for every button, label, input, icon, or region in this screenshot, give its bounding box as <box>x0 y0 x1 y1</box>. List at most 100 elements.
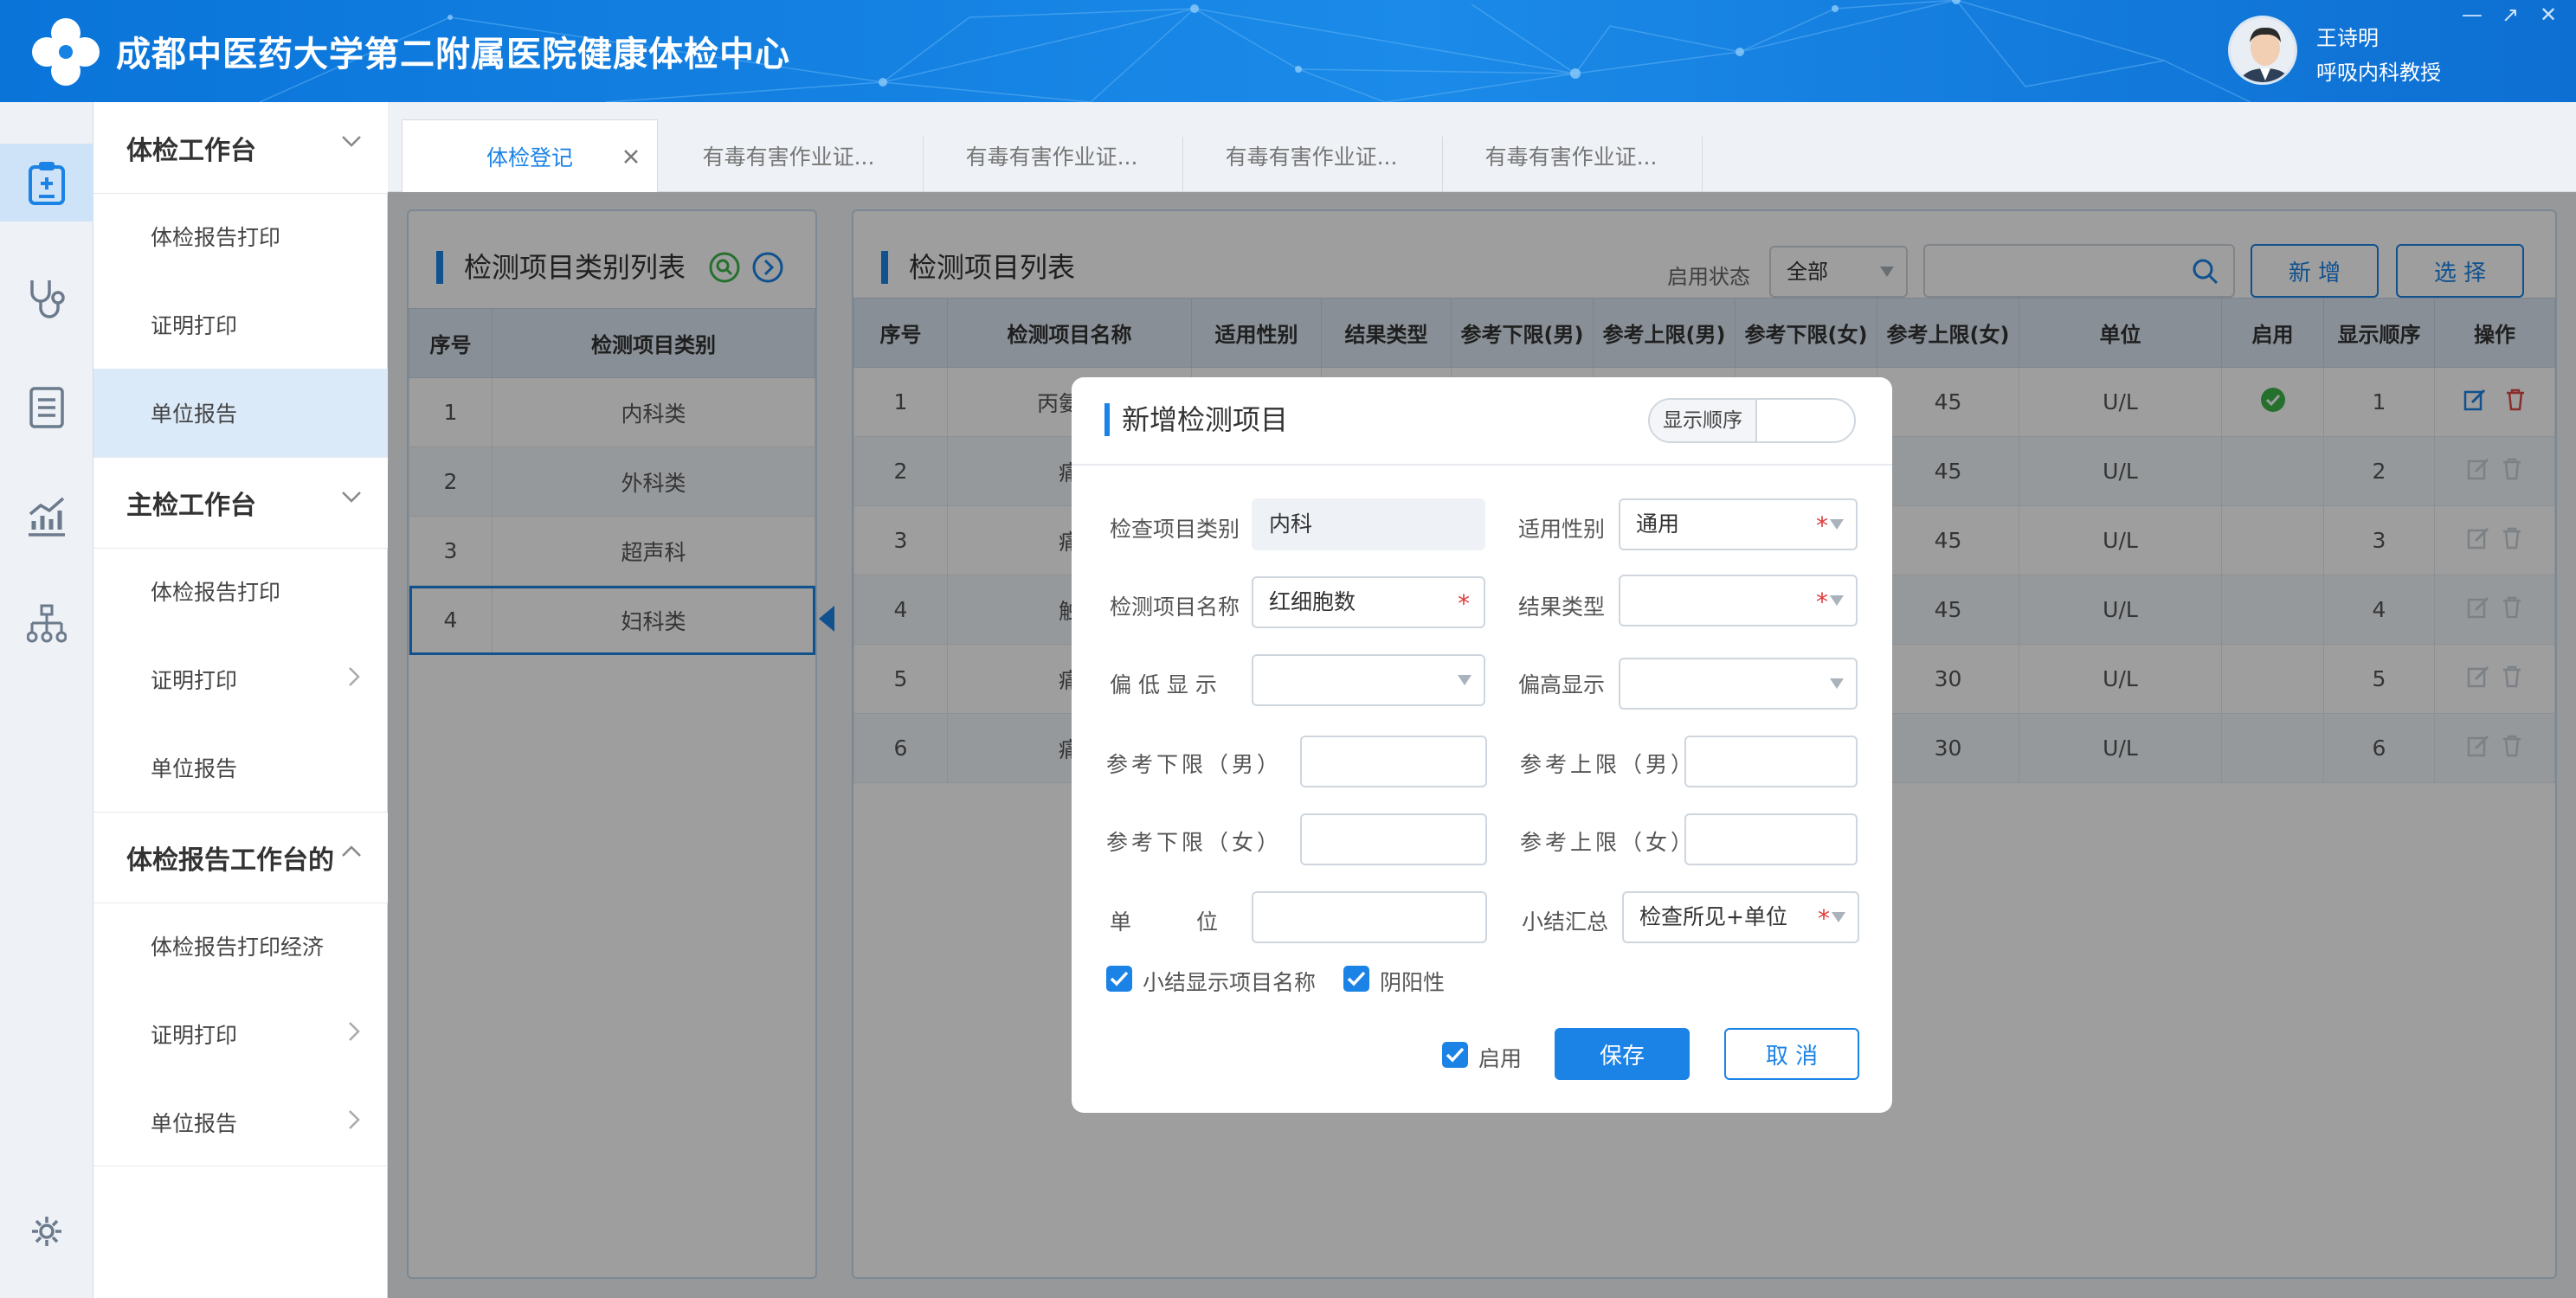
avatar[interactable] <box>2228 16 2297 85</box>
chevron-down-icon <box>1830 595 1844 606</box>
tab-toxic-cert-2[interactable]: 有毒有害作业证... <box>924 119 1179 192</box>
app-title: 成都中医药大学第二附属医院健康体检中心 <box>116 35 790 74</box>
hospital-logo <box>31 17 100 87</box>
chevron-down-icon <box>342 136 361 147</box>
tab-label: 有毒有害作业证... <box>702 145 875 170</box>
tab-divider <box>1702 137 1703 192</box>
summary-label: 小结汇总 <box>1522 909 1609 935</box>
user-role: 呼吸内科教授 <box>2316 61 2441 85</box>
menu-item-certificate-print[interactable]: 证明打印 <box>93 990 388 1078</box>
ref-low-m-input[interactable] <box>1300 736 1487 787</box>
category-value: 内科 <box>1269 511 1313 537</box>
document-icon <box>29 387 64 428</box>
display-order-label: 显示顺序 <box>1650 400 1757 441</box>
ref-high-f-label: 参考上限（女） <box>1520 830 1697 855</box>
menu-item-label: 体检报告打印 <box>151 225 281 250</box>
low-display-select[interactable] <box>1252 654 1485 706</box>
maximize-icon[interactable]: ↗ <box>2495 2 2526 28</box>
org-tree-icon <box>27 604 67 643</box>
menu-item-unit-report[interactable]: 单位报告 <box>93 369 388 457</box>
gender-select[interactable]: 通用 * <box>1619 498 1858 550</box>
required-mark: * <box>1816 511 1828 540</box>
display-order-input[interactable] <box>1759 400 1854 441</box>
menu-item-label: 体检报告打印 <box>151 580 281 605</box>
show-name-label: 小结显示项目名称 <box>1143 970 1317 995</box>
menu-item-unit-report[interactable]: 单位报告 <box>93 723 388 812</box>
unit-input[interactable] <box>1252 891 1487 943</box>
tab-registration[interactable]: 体检登记 <box>402 119 658 192</box>
result-type-label: 结果类型 <box>1518 594 1606 620</box>
menu-item-label: 证明打印 <box>151 313 238 338</box>
chevron-right-icon <box>349 1110 360 1129</box>
tab-toxic-cert-1[interactable]: 有毒有害作业证... <box>661 119 916 192</box>
tab-toxic-cert-4[interactable]: 有毒有害作业证... <box>1444 119 1698 192</box>
rail-clipboard[interactable] <box>0 144 93 222</box>
menu-item-label: 体检报告打印经济 <box>151 935 325 960</box>
menu-group-chief-workbench[interactable]: 主检工作台 <box>93 457 388 549</box>
rail-settings[interactable] <box>0 1192 93 1270</box>
save-button[interactable]: 保存 <box>1555 1028 1690 1080</box>
yinyang-checkbox[interactable] <box>1343 966 1369 992</box>
close-icon[interactable] <box>622 148 640 165</box>
checkmark-icon <box>1110 971 1129 986</box>
minimize-icon[interactable]: — <box>2457 2 2488 28</box>
app-header: 成都中医药大学第二附属医院健康体检中心 王诗明 呼吸内科教授 — ↗ ✕ <box>0 0 2576 102</box>
menu-item-report-print[interactable]: 体检报告打印 <box>93 192 388 280</box>
tab-label: 有毒有害作业证... <box>1225 145 1398 170</box>
show-name-checkbox[interactable] <box>1106 966 1132 992</box>
menu-group-workbench[interactable]: 体检工作台 <box>93 102 388 194</box>
tab-divider <box>923 137 924 192</box>
category-label: 检查项目类别 <box>1110 517 1240 542</box>
chevron-right-icon <box>349 1022 360 1041</box>
ref-high-f-input[interactable] <box>1684 813 1858 865</box>
chevron-down-icon <box>1830 519 1844 530</box>
menu-group-report-workbench[interactable]: 体检报告工作台的 <box>93 812 388 903</box>
icon-rail <box>0 102 93 1298</box>
menu-item-report-print-econ[interactable]: 体检报告打印经济 <box>93 902 388 990</box>
menu-group-label: 主检工作台 <box>126 491 256 521</box>
rail-chart[interactable] <box>0 478 93 556</box>
required-mark: * <box>1818 904 1830 933</box>
cancel-button[interactable]: 取 消 <box>1724 1028 1859 1080</box>
dialog-title: 新增检测项目 <box>1104 403 1288 436</box>
rail-stethoscope[interactable] <box>0 260 93 337</box>
dialog-divider <box>1072 464 1892 466</box>
gender-label: 适用性别 <box>1518 517 1606 542</box>
gender-value: 通用 <box>1636 511 1680 537</box>
settings-icon <box>32 1217 61 1246</box>
enable-label: 启用 <box>1478 1046 1523 1071</box>
checkmark-icon <box>1446 1047 1465 1063</box>
menu-item-certificate-print[interactable]: 证明打印 <box>93 280 388 369</box>
stethoscope-icon <box>30 280 65 318</box>
display-order-field[interactable]: 显示顺序 <box>1648 398 1856 443</box>
tab-label: 有毒有害作业证... <box>965 145 1138 170</box>
menu-item-report-print[interactable]: 体检报告打印 <box>93 547 388 635</box>
menu-group-label: 体检工作台 <box>126 135 256 166</box>
required-mark: * <box>1458 589 1470 618</box>
menu-item-certificate-print[interactable]: 证明打印 <box>93 635 388 723</box>
checkmark-icon <box>1347 971 1366 986</box>
summary-select[interactable]: 检查所见+单位 * <box>1622 891 1859 943</box>
ref-high-m-label: 参考上限（男） <box>1520 752 1697 777</box>
chevron-down-icon <box>1458 675 1472 685</box>
chevron-down-icon <box>342 492 361 503</box>
menu-group-label: 体检报告工作台的 <box>126 845 334 876</box>
high-display-select[interactable] <box>1619 658 1858 710</box>
ref-high-m-input[interactable] <box>1684 736 1858 787</box>
user-name: 王诗明 <box>2316 26 2379 50</box>
rail-org[interactable] <box>0 587 93 665</box>
tab-toxic-cert-3[interactable]: 有毒有害作业证... <box>1184 119 1439 192</box>
menu-item-unit-report[interactable]: 单位报告 <box>93 1078 388 1166</box>
ref-low-f-input[interactable] <box>1300 813 1487 865</box>
result-type-select[interactable]: * <box>1619 575 1858 627</box>
menu-item-label: 单位报告 <box>151 402 238 427</box>
item-name-input[interactable]: 红细胞数 * <box>1252 576 1485 628</box>
rail-document[interactable] <box>0 369 93 447</box>
high-display-label: 偏高显示 <box>1518 672 1606 697</box>
tab-label: 体检登记 <box>486 145 573 170</box>
close-icon[interactable]: ✕ <box>2533 2 2564 28</box>
category-field: 内科 <box>1252 498 1485 550</box>
ref-low-m-label: 参考下限（男） <box>1106 752 1283 777</box>
enable-checkbox[interactable] <box>1442 1042 1468 1068</box>
chevron-down-icon <box>1832 912 1845 922</box>
